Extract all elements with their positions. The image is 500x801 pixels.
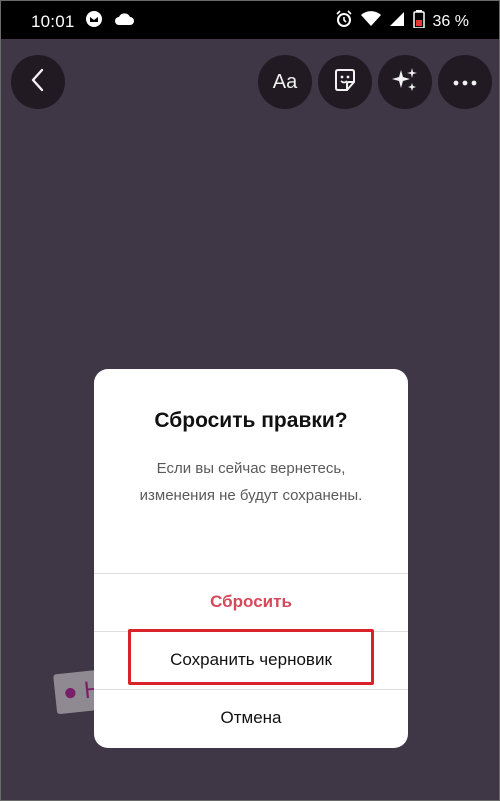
sticker-icon	[332, 67, 358, 98]
wifi-icon	[360, 11, 381, 32]
signal-icon	[389, 11, 405, 32]
battery-icon	[412, 10, 425, 33]
text-tool-label: Aa	[272, 70, 298, 93]
cancel-button[interactable]: Отмена	[94, 690, 408, 746]
back-button[interactable]	[11, 55, 65, 109]
status-left: 10:01	[31, 10, 135, 33]
status-bar: 10:01 36 %	[1, 1, 499, 39]
more-horizontal-icon	[453, 73, 477, 91]
sparkles-icon	[391, 66, 419, 99]
cloud-icon	[113, 11, 135, 32]
discard-changes-dialog: Сбросить правки? Если вы сейчас вернетес…	[94, 369, 408, 748]
battery-percent: 36 %	[432, 12, 469, 30]
effects-button[interactable]	[378, 55, 432, 109]
alarm-icon	[335, 10, 353, 33]
dialog-title: Сбросить правки?	[154, 409, 348, 432]
more-button[interactable]	[438, 55, 492, 109]
sticker-button[interactable]	[318, 55, 372, 109]
dialog-message: Если вы сейчас вернетесь, изменения не б…	[139, 460, 363, 504]
phone-screen: 10:01 36 % Aa ● H Сбросить правки? Если …	[0, 0, 500, 801]
chevron-left-icon	[28, 68, 48, 97]
status-time: 10:01	[31, 11, 75, 31]
status-right: 36 %	[335, 10, 469, 33]
save-draft-highlight	[128, 629, 374, 685]
notification-app-icon	[85, 10, 103, 33]
text-tool-button[interactable]: Aa	[258, 55, 312, 109]
discard-button[interactable]: Сбросить	[94, 574, 408, 630]
